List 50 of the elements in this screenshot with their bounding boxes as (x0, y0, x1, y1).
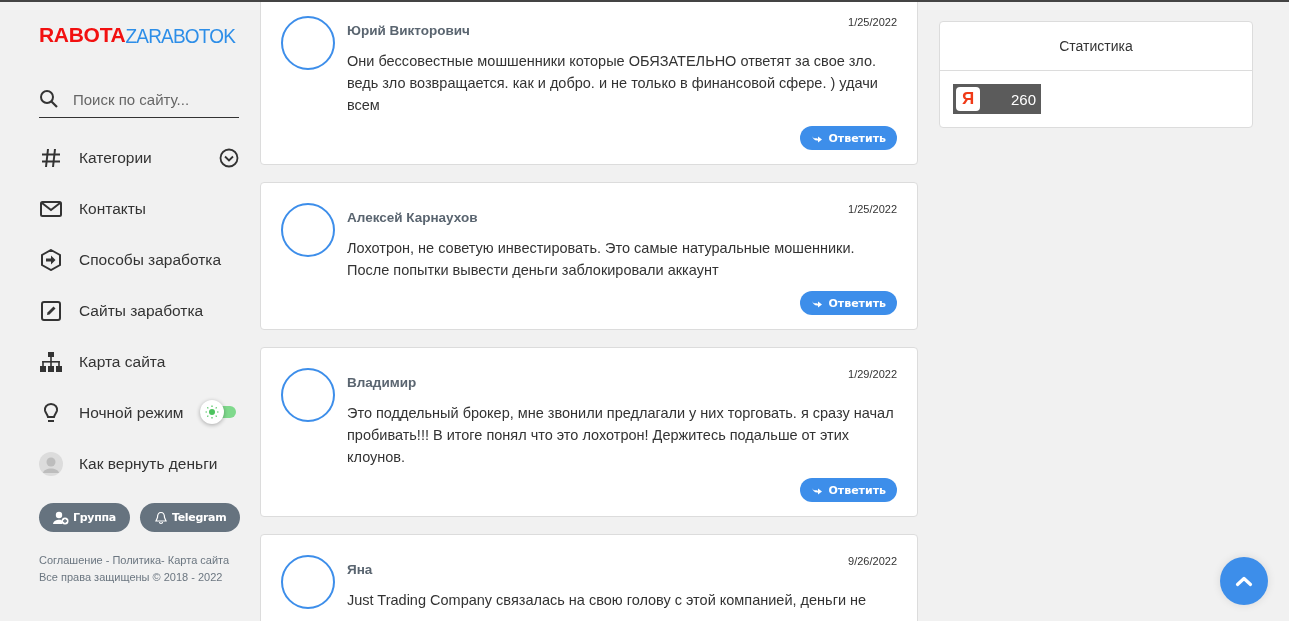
comment-text: Они бессовестные мошшенники которые ОБЯЗАТЕЛЬНО ответят за свое зло. ведь зло возвращается. как и добро. и не только в финансовой сфере. ) удачи всем (347, 52, 879, 115)
menu-item[interactable]: Ночной режим (79, 403, 184, 422)
comment-date: 1/25/2022 (848, 203, 897, 215)
menu-item[interactable]: Карта сайта (79, 352, 166, 371)
comment-text: Just Trading Company связалась на свою голову с этой компанией, деньги не (347, 591, 868, 610)
chevron-down-icon[interactable] (219, 147, 239, 168)
avatar-circle (281, 16, 335, 70)
menu-item[interactable]: Сайты заработка (79, 301, 204, 320)
comment-author: Яна (347, 562, 373, 577)
card-title: Статистика (940, 22, 1252, 71)
logo-text[interactable]: ZARABOTOK (125, 23, 236, 49)
edit-icon (39, 300, 63, 321)
reply-button[interactable]: Ответить (800, 126, 897, 150)
counter-logo: Я (956, 87, 980, 111)
comment-text: Это поддельный брокер, мне звонили предлагали у них торговать. я сразу начал пробивать!!! В итоге понял что это лохотрон! Держитесь подальше от этих клоунов. (347, 404, 895, 467)
reply-button[interactable]: Ответить (800, 291, 897, 315)
night-mode-toggle[interactable] (199, 399, 237, 425)
reply-button[interactable]: Ответить (800, 478, 897, 502)
avatar-circle (281, 203, 335, 257)
bell-icon (153, 510, 168, 525)
mail-icon (39, 199, 63, 218)
hash-icon (39, 146, 63, 169)
menu-item[interactable]: Контакты (79, 199, 146, 218)
menu-item[interactable]: Как вернуть деньги (79, 454, 218, 473)
scroll-top-button[interactable] (1220, 557, 1268, 605)
comment-text: Лохотрон, не советую инвестировать. Это самые натуральные мошенники. После попытки вывести деньги заблокировали аккаунт (347, 239, 856, 280)
comment-date: 9/26/2022 (848, 555, 897, 567)
comment-author: Владимир (347, 375, 417, 390)
counter-value: 260 (1010, 90, 1036, 108)
footer-links[interactable]: Соглашение - Политика- Карта сайта (39, 552, 239, 569)
search-field[interactable]: Поиск по сайту... (73, 90, 233, 108)
copyright-text: Все права защищены © 2018 - 2022 (39, 570, 224, 585)
sun-icon (205, 405, 219, 419)
menu-item[interactable]: Способы заработка (79, 250, 222, 269)
chevron-up-icon (1235, 575, 1253, 587)
comment-date: 1/25/2022 (848, 16, 897, 28)
avatar-circle (281, 555, 335, 609)
add-user-icon (53, 510, 69, 525)
comment-author: Алексей Карнаухов (347, 210, 478, 225)
avatar-icon (39, 451, 63, 476)
comment-author: Юрий Викторович (347, 23, 470, 38)
social-button[interactable]: Группа (39, 503, 130, 532)
logo-text[interactable]: RABOTA (39, 23, 126, 46)
avatar-circle (281, 368, 335, 422)
menu-item[interactable]: Категории (79, 148, 152, 167)
comment-date: 1/29/2022 (848, 368, 897, 380)
hexagon-arrow-icon (39, 248, 63, 271)
social-button[interactable]: Telegram (139, 503, 241, 532)
sitemap-icon (39, 350, 63, 373)
search-icon (39, 89, 59, 109)
